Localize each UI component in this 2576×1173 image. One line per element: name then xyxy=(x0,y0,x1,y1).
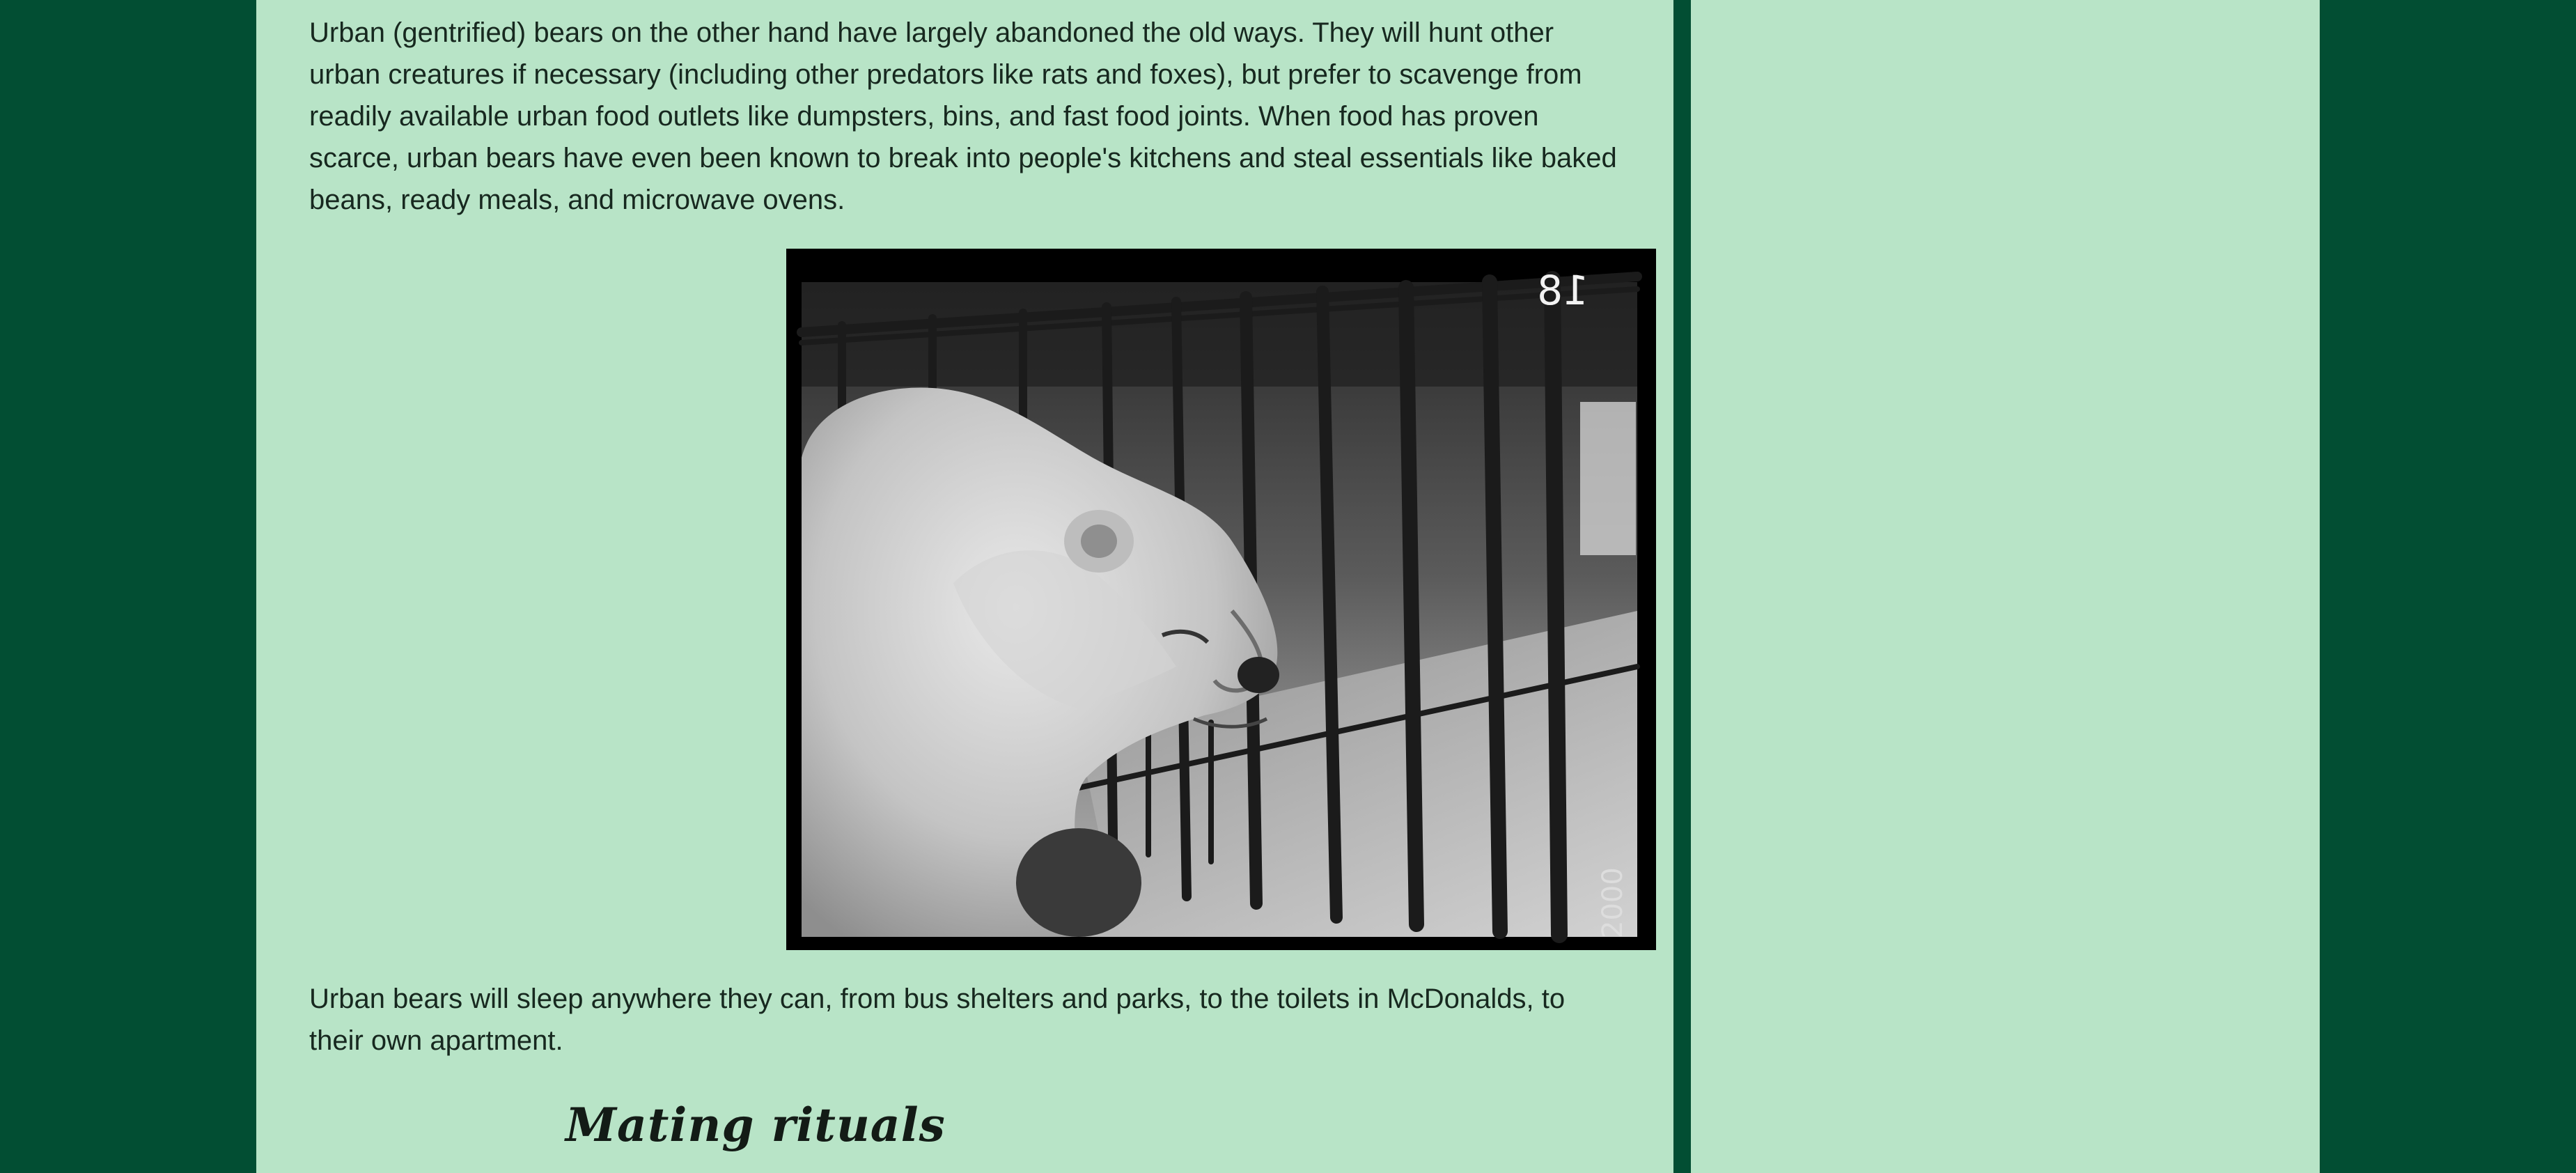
section-heading: Mating rituals xyxy=(565,1098,946,1152)
photo-number-label: 18 xyxy=(1537,267,1588,314)
article-paragraph: Urban (gentrified) bears on the other ha… xyxy=(309,17,1617,215)
article-paragraph: Urban bears will sleep anywhere they can… xyxy=(309,984,1566,1056)
sidebar-column xyxy=(1691,0,2320,1173)
photo-edge-marking: 2000 xyxy=(1597,867,1629,938)
main-content-column: Urban (gentrified) bears on the other ha… xyxy=(256,0,1673,1173)
polar-bear-photo: 18 2000 xyxy=(786,249,1656,950)
